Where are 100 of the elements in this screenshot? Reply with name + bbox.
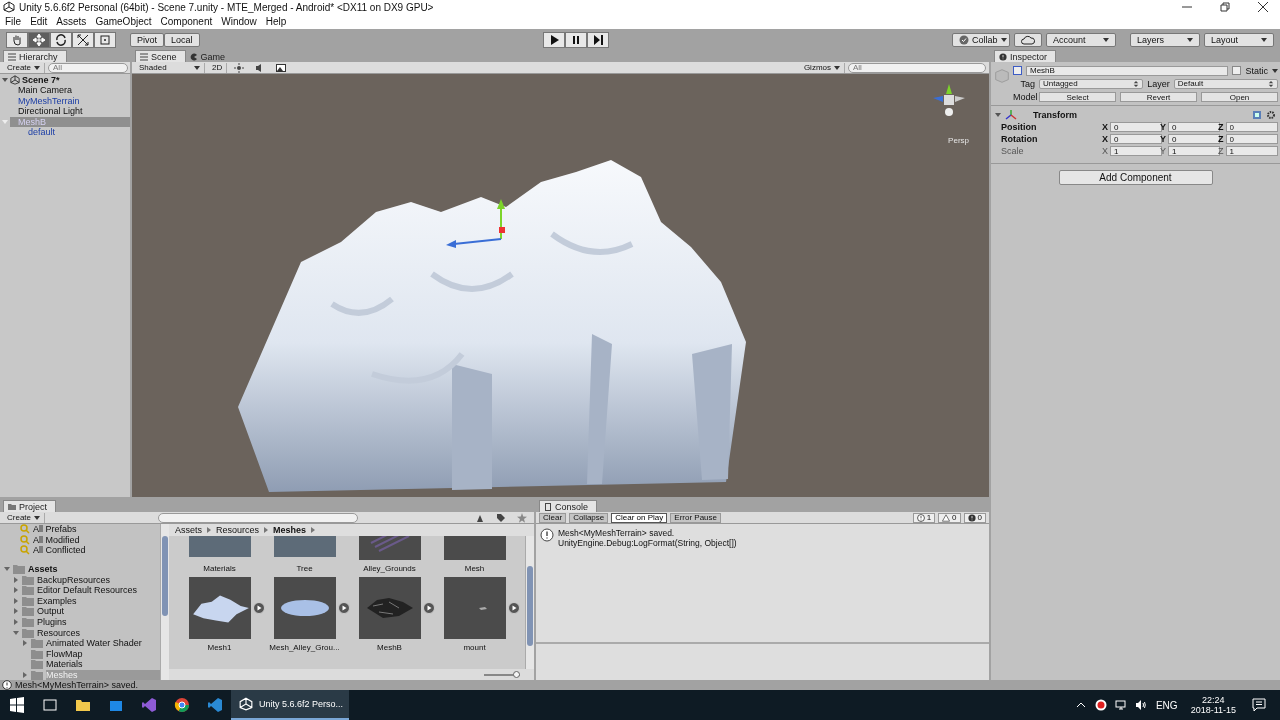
menu-item[interactable]: File (5, 16, 22, 27)
settings-icon[interactable] (1266, 110, 1276, 120)
panel-tab[interactable]: Hierarchy (3, 50, 67, 62)
tag-dropdown[interactable]: Untagged (1039, 78, 1144, 89)
pivot-button[interactable]: Pivot (130, 32, 164, 47)
clock-date[interactable]: 2018-11-15 (1190, 705, 1236, 715)
layer-dropdown[interactable]: Default (1173, 78, 1278, 89)
tag-icon[interactable] (496, 512, 506, 523)
help-book-icon[interactable] (1252, 110, 1262, 120)
star-icon[interactable] (517, 512, 527, 523)
breadcrumb-item[interactable]: Resources (216, 525, 260, 535)
expand-arrow-icon[interactable] (13, 597, 19, 604)
image-icon[interactable] (276, 62, 287, 73)
expand-arrow-icon[interactable] (22, 640, 28, 647)
pause-button[interactable] (564, 31, 587, 48)
breadcrumb-item[interactable]: Assets (175, 525, 202, 535)
folder-item[interactable]: Examples (37, 595, 160, 606)
asset-label[interactable]: MeshB (377, 643, 402, 652)
favorite-item[interactable]: All Conflicted (33, 545, 86, 556)
search-field[interactable] (158, 512, 358, 523)
clear-button[interactable]: Clear (539, 512, 567, 523)
warning-count-toggle[interactable]: 0 (938, 512, 961, 523)
asset-label[interactable]: Mesh (464, 564, 485, 573)
console-toggle[interactable]: Collapse (569, 512, 609, 523)
expand-arrow-icon[interactable] (13, 619, 19, 626)
volume-icon[interactable] (1134, 699, 1147, 711)
folder-item[interactable]: Assets (28, 564, 160, 575)
search-field[interactable]: All (48, 62, 128, 73)
expand-arrow-icon[interactable] (4, 566, 10, 573)
code-editor-icon[interactable] (141, 697, 157, 713)
menu-item[interactable]: Assets (56, 16, 87, 27)
panel-tab[interactable]: Console (539, 500, 598, 512)
hand-tool-button[interactable] (6, 31, 28, 48)
menu-item[interactable]: Help (265, 16, 287, 27)
favorite-item[interactable]: All Modified (33, 534, 80, 545)
layers-dropdown[interactable]: Layers (1130, 32, 1200, 47)
network-icon[interactable] (1114, 699, 1127, 711)
model-button[interactable]: Revert (1120, 91, 1197, 102)
2d-toggle[interactable]: 2D (208, 62, 228, 73)
rotate-tool-button[interactable] (50, 31, 72, 48)
console-toggle[interactable]: Error Pause (670, 512, 721, 523)
hierarchy-item[interactable]: MyMeshTerrain (10, 95, 130, 106)
step-button[interactable] (586, 31, 609, 48)
scrollbar-thumb[interactable] (162, 536, 168, 616)
model-button[interactable]: Open (1201, 91, 1278, 102)
asset-label[interactable]: Mesh_Alley_Grou... (269, 643, 340, 652)
number-field[interactable]: 0 (1225, 134, 1278, 144)
hierarchy-item[interactable]: Directional Light (10, 106, 130, 117)
number-field[interactable]: 1 (1225, 146, 1278, 156)
zoom-slider-handle[interactable] (513, 670, 521, 678)
account-dropdown[interactable]: Account (1046, 32, 1116, 47)
error-count-toggle[interactable]: 0 (963, 512, 986, 523)
asset-label[interactable]: Tree (296, 564, 313, 573)
restore-icon[interactable] (1220, 2, 1230, 12)
code-editor-icon[interactable] (207, 697, 223, 713)
mesh-thumbnail[interactable] (443, 577, 506, 639)
mesh-thumbnail[interactable] (273, 577, 336, 639)
gizmos-dropdown[interactable]: Gizmos (799, 62, 845, 73)
record-icon[interactable] (1094, 699, 1107, 711)
expand-arrow-icon[interactable] (13, 629, 19, 636)
console-toggle[interactable]: Clear on Play (611, 512, 668, 523)
clock-time[interactable]: 22:24 (1202, 695, 1225, 705)
local-button[interactable]: Local (164, 32, 200, 47)
folder-item[interactable]: Plugins (37, 617, 160, 628)
play-button[interactable] (542, 31, 565, 48)
collab-dropdown[interactable]: Collab (952, 32, 1010, 47)
asset-label[interactable]: Alley_Grounds (363, 564, 416, 573)
task-view-icon[interactable] (42, 697, 58, 713)
panel-tab[interactable]: Inspector (994, 50, 1057, 62)
console-message-line[interactable]: Mesh<MyMeshTerrain> saved. (558, 528, 737, 538)
windows-start-icon[interactable] (9, 697, 25, 713)
rect-tool-button[interactable] (94, 31, 116, 48)
hierarchy-item[interactable]: Main Camera (10, 85, 130, 96)
mesh-thumbnail[interactable] (358, 577, 421, 639)
info-count-toggle[interactable]: 1 (912, 512, 936, 523)
asset-label[interactable]: Mesh1 (207, 643, 232, 652)
folder-item[interactable]: Editor Default Resources (37, 585, 160, 596)
play-preview-icon[interactable] (422, 602, 435, 614)
static-checkbox[interactable] (1232, 66, 1242, 75)
shading-dropdown[interactable]: Shaded (135, 62, 205, 73)
cloud-button[interactable] (1014, 32, 1042, 47)
name-field[interactable]: MeshB (1026, 65, 1229, 76)
play-preview-icon[interactable] (507, 602, 520, 614)
number-field[interactable]: 1 (1110, 146, 1162, 156)
move-tool-button[interactable] (28, 31, 50, 48)
layout-dropdown[interactable]: Layout (1204, 32, 1274, 47)
panel-tab[interactable]: Project (3, 500, 56, 512)
language-indicator[interactable]: ENG (1155, 699, 1178, 711)
asset-label[interactable]: mount (463, 643, 486, 652)
model-button[interactable]: Select (1039, 91, 1116, 102)
scale-tool-button[interactable] (72, 31, 94, 48)
favorite-item[interactable]: All Prefabs (33, 524, 77, 535)
expand-arrow-icon[interactable] (22, 672, 28, 678)
sun-icon[interactable] (234, 62, 245, 73)
active-checkbox[interactable] (1013, 66, 1022, 75)
mesh-thumbnail[interactable] (188, 577, 251, 639)
create-dropdown[interactable]: Create (3, 62, 45, 73)
expand-arrow-icon[interactable] (13, 587, 19, 594)
view-tab[interactable]: Scene (135, 50, 186, 62)
console-message-line[interactable]: UnityEngine.Debug:LogFormat(String, Object[]) (558, 538, 737, 548)
